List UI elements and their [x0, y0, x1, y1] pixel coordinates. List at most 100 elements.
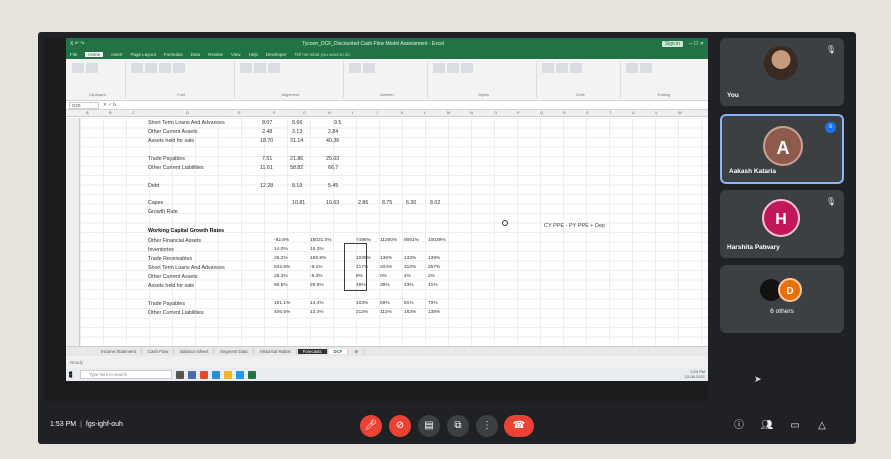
- leave-call-button[interactable]: ☎︎: [504, 415, 534, 437]
- camera-off-button[interactable]: ⊘: [389, 415, 411, 437]
- status-bar: Ready: [66, 356, 708, 368]
- mic-off-icon: 🎙︎: [825, 197, 836, 206]
- cell-value: 2.48: [262, 129, 273, 135]
- wc-cell-value: 842.9%: [274, 265, 291, 270]
- excel-title: Tycoon_DCF_Discounted Cash Flow Model As…: [302, 41, 445, 47]
- cell-value: 16.63: [326, 200, 340, 206]
- tab-insert[interactable]: Insert: [111, 52, 122, 57]
- wc-cell-value: 204%: [380, 265, 393, 270]
- app-icon[interactable]: [236, 370, 244, 379]
- cell-value: 5.45: [328, 183, 339, 189]
- cell-selection: [344, 243, 367, 291]
- tab-page-layout[interactable]: Page Layout: [131, 52, 156, 57]
- wc-row-label: Other Current Liabilities: [148, 310, 204, 316]
- tab-review[interactable]: Review: [208, 52, 223, 57]
- mic-off-button[interactable]: 🎤︎: [360, 415, 382, 437]
- formula-input[interactable]: [120, 101, 321, 109]
- status-text: Ready: [70, 359, 84, 365]
- participant-tile-harshita[interactable]: H 🎙︎ Harshita Patwary: [720, 190, 844, 258]
- ribbon-group-editing[interactable]: Editing: [624, 61, 704, 98]
- ribbon-group-clipboard[interactable]: Clipboard: [70, 61, 126, 98]
- add-sheet-button[interactable]: ⊕: [349, 348, 364, 355]
- sheet-tab-balance-sheet[interactable]: Balance Sheet: [175, 349, 215, 354]
- wc-cell-value: 191.1%: [274, 301, 291, 306]
- tab-help[interactable]: Help: [249, 52, 258, 57]
- activities-icon[interactable]: △: [815, 419, 829, 433]
- cell-value: 66.7: [328, 165, 339, 171]
- folder-icon[interactable]: [224, 370, 232, 379]
- chat-icon[interactable]: ▭: [788, 419, 802, 433]
- name-box[interactable]: G25: [69, 101, 99, 109]
- ribbon-group-cells[interactable]: Cells: [540, 61, 622, 98]
- formula-bar: G25 ✕ ✓ fx: [66, 101, 708, 110]
- people-icon[interactable]: 👥︎: [760, 419, 774, 433]
- ribbon-group-styles[interactable]: Styles: [431, 61, 538, 98]
- tab-data[interactable]: Data: [191, 52, 201, 57]
- wc-cell-value: 66.5%: [274, 283, 288, 288]
- more-options-button[interactable]: ⋮: [476, 415, 498, 437]
- wc-cell-value: 169.9%: [310, 256, 327, 261]
- wc-cell-value: 212%: [356, 310, 369, 315]
- edge-icon[interactable]: [212, 370, 220, 379]
- sheet-tab-dcf[interactable]: DCF: [328, 349, 349, 354]
- captions-button[interactable]: ▤: [418, 415, 440, 437]
- wc-cell-value: 133%: [404, 256, 417, 261]
- chrome-icon[interactable]: [200, 370, 208, 379]
- tab-view[interactable]: View: [231, 52, 241, 57]
- ribbon-group-font[interactable]: Font: [129, 61, 235, 98]
- participant-tile-others[interactable]: D 6 others: [720, 265, 844, 333]
- wc-cell-value: -9.3%: [310, 274, 323, 279]
- cell-value: 58.82: [290, 165, 304, 171]
- wc-cell-value: 310%: [404, 265, 417, 270]
- excel-taskbar-icon[interactable]: [248, 370, 256, 379]
- sheet-tab-historical-ratios[interactable]: Historical Ratios: [255, 349, 297, 354]
- ribbon-group-alignment[interactable]: Alignment: [238, 61, 345, 98]
- speaking-indicator-icon: ≡: [825, 122, 836, 133]
- participant-name: Aakash Kataria: [729, 168, 776, 175]
- sheet-tab-income-statement[interactable]: Income Statement: [96, 349, 142, 354]
- cell-value: 7.51: [262, 156, 273, 162]
- cell-value: 31.14: [290, 138, 304, 144]
- wc-cell-value: 28.3%: [274, 274, 288, 279]
- present-button[interactable]: ⧉: [447, 415, 469, 437]
- wc-cell-value: 81%: [404, 301, 414, 306]
- self-video: [764, 46, 798, 80]
- tab-formulas[interactable]: Formulas: [164, 52, 183, 57]
- info-icon[interactable]: ⓘ: [732, 419, 746, 433]
- taskbar-search[interactable]: Type here to search: [80, 370, 172, 379]
- cell-value: 8.66: [292, 120, 303, 126]
- signin-button[interactable]: Sign in: [661, 41, 683, 47]
- avatar: H: [762, 199, 800, 237]
- participant-tile-aakash[interactable]: A ≡ Aakash Kataria: [720, 114, 844, 184]
- wc-cell-value: 41%: [428, 283, 438, 288]
- wc-row-label: Trade Receivables: [148, 256, 192, 262]
- cell-value: 18.70: [260, 138, 274, 144]
- sheet-tab-segment-data[interactable]: Segment Data: [215, 349, 254, 354]
- tab-file[interactable]: File: [70, 52, 77, 57]
- cell-value: 25.03: [326, 156, 340, 162]
- sheet-tab-cash-flow[interactable]: Cash Flow: [143, 349, 175, 354]
- mouse-pointer-icon: ➤: [754, 374, 762, 384]
- participant-tile-you[interactable]: 🎙︎ You: [720, 38, 844, 106]
- task-view-icon[interactable]: [176, 370, 184, 379]
- window-controls[interactable]: ─ ☐ ✕: [689, 41, 704, 47]
- wc-cell-value: 2%: [428, 274, 435, 279]
- ribbon-group-number[interactable]: Number: [347, 61, 428, 98]
- ribbon: Clipboard Font Alignment Number Styles C…: [66, 59, 708, 101]
- wc-cell-value: 8061%: [404, 238, 419, 243]
- wc-cell-value: 257%: [428, 265, 441, 270]
- meeting-time: 1:53 PM: [50, 421, 77, 428]
- sheet-tab-forecasts[interactable]: Forecasts: [297, 349, 328, 354]
- system-tray: 1:53 PM 23-06-2021: [685, 369, 705, 379]
- wc-cell-value: 38%: [380, 283, 390, 288]
- spreadsheet-grid[interactable]: Short Term Loans And Advances 8.07 8.66 …: [66, 118, 708, 346]
- cell-value: 10.81: [292, 200, 306, 206]
- windows-start-icon[interactable]: [69, 371, 73, 378]
- tab-home[interactable]: Home: [85, 52, 104, 57]
- wc-cell-value: 10039%: [428, 238, 446, 243]
- tell-me-search[interactable]: Tell me what you want to do: [294, 52, 350, 57]
- meeting-code: fgs-ighf-ouh: [85, 421, 123, 428]
- cell-value: 11.61: [260, 165, 273, 171]
- file-explorer-icon[interactable]: [188, 370, 196, 379]
- tab-developer[interactable]: Developer: [266, 52, 287, 57]
